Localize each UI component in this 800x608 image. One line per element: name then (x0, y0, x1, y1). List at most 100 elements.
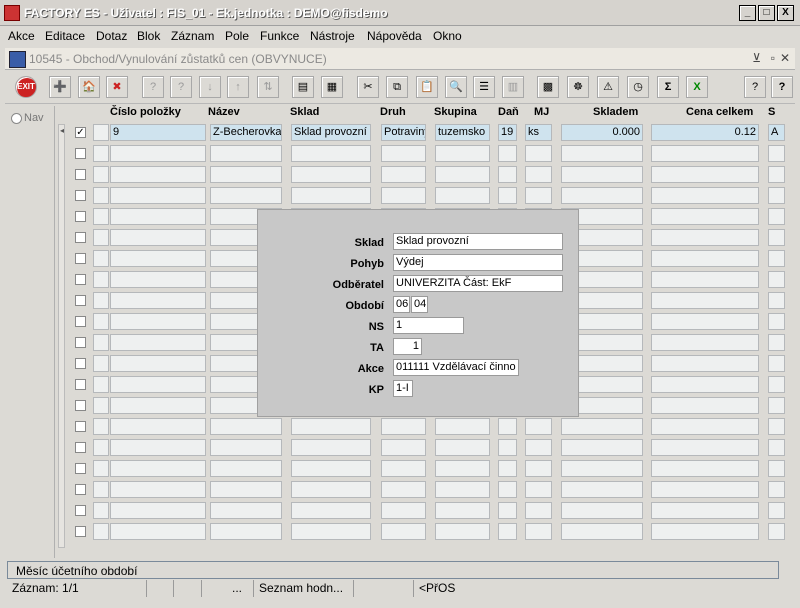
cell-skladem[interactable] (561, 166, 643, 183)
cell-dan[interactable]: 19 (498, 124, 517, 141)
cell-s[interactable] (768, 355, 785, 372)
row-marker[interactable] (60, 357, 68, 371)
menu-napoveda[interactable]: Nápověda (367, 29, 422, 43)
cell-cena[interactable] (651, 166, 759, 183)
menu-dotaz[interactable]: Dotaz (96, 29, 127, 43)
cell-skladem[interactable] (561, 145, 643, 162)
cell-dan[interactable] (498, 145, 517, 162)
row-marker[interactable] (60, 378, 68, 392)
cell-sklad[interactable] (291, 418, 371, 435)
cell-nazev[interactable] (210, 166, 282, 183)
cell-cislo[interactable] (110, 439, 206, 456)
cell-nazev[interactable] (210, 187, 282, 204)
cell-s[interactable] (768, 229, 785, 246)
row-checkbox[interactable] (75, 253, 86, 264)
cut-icon[interactable]: ✂ (357, 76, 379, 98)
paste-icon[interactable]: 📋 (416, 76, 438, 98)
columns-icon[interactable]: ▥ (502, 76, 524, 98)
cell-s[interactable] (768, 292, 785, 309)
cell-sklad[interactable] (291, 166, 371, 183)
popup-odberatel-field[interactable]: UNIVERZITA Část: EkF (393, 275, 563, 292)
cell-s[interactable] (768, 334, 785, 351)
menu-funkce[interactable]: Funkce (260, 29, 299, 43)
cell-cislo[interactable]: 9 (110, 124, 206, 141)
cell-dan[interactable] (498, 166, 517, 183)
menu-nastroje[interactable]: Nástroje (310, 29, 355, 43)
cell-lead[interactable] (93, 334, 109, 351)
cell-sklad[interactable] (291, 187, 371, 204)
cell-s[interactable]: A (768, 124, 785, 141)
cell-druh[interactable]: Potraviny (381, 124, 426, 141)
cell-lead[interactable] (93, 313, 109, 330)
cell-skupina[interactable] (435, 481, 490, 498)
cell-cena[interactable] (651, 502, 759, 519)
wheel-icon[interactable]: ☸ (567, 76, 589, 98)
print-icon[interactable]: ▤ (292, 76, 314, 98)
cell-sklad[interactable] (291, 481, 371, 498)
cell-lead[interactable] (93, 292, 109, 309)
print-preview-icon[interactable]: ▦ (321, 76, 343, 98)
row-checkbox[interactable]: ✓ (75, 127, 86, 138)
cell-s[interactable] (768, 460, 785, 477)
cell-dan[interactable] (498, 187, 517, 204)
cell-lead[interactable] (93, 523, 109, 540)
search-icon[interactable]: 🔍 (445, 76, 467, 98)
row-marker[interactable] (60, 189, 68, 203)
cell-mj[interactable] (525, 481, 552, 498)
form-close-icon[interactable]: ✕ (780, 51, 790, 65)
cell-lead[interactable] (93, 229, 109, 246)
row-checkbox[interactable] (75, 232, 86, 243)
cell-s[interactable] (768, 523, 785, 540)
row-marker[interactable] (60, 336, 68, 350)
cell-lead[interactable] (93, 166, 109, 183)
cell-cislo[interactable] (110, 481, 206, 498)
row-checkbox[interactable] (75, 169, 86, 180)
row-marker[interactable] (60, 147, 68, 161)
cell-skladem[interactable] (561, 439, 643, 456)
cell-s[interactable] (768, 187, 785, 204)
row-checkbox[interactable] (75, 337, 86, 348)
delete-record-icon[interactable]: ✖ (106, 76, 128, 98)
cell-cislo[interactable] (110, 208, 206, 225)
cell-s[interactable] (768, 250, 785, 267)
cell-s[interactable] (768, 439, 785, 456)
cell-skupina[interactable] (435, 418, 490, 435)
cell-cena[interactable] (651, 439, 759, 456)
row-marker[interactable] (60, 294, 68, 308)
warning-icon[interactable]: ⚠ (597, 76, 619, 98)
menu-zaznam[interactable]: Záznam (171, 29, 214, 43)
cell-lead[interactable] (93, 187, 109, 204)
cell-cislo[interactable] (110, 397, 206, 414)
cell-mj[interactable] (525, 523, 552, 540)
row-marker[interactable] (60, 315, 68, 329)
menu-pole[interactable]: Pole (225, 29, 249, 43)
cell-lead[interactable] (93, 145, 109, 162)
cell-cislo[interactable] (110, 334, 206, 351)
cell-lead[interactable] (93, 250, 109, 267)
row-marker[interactable] (60, 483, 68, 497)
exit-icon[interactable]: EXIT (15, 76, 37, 98)
cell-cena[interactable] (651, 250, 759, 267)
row-checkbox[interactable] (75, 400, 86, 411)
cell-lead[interactable] (93, 397, 109, 414)
cell-lead[interactable] (93, 460, 109, 477)
row-marker[interactable] (60, 462, 68, 476)
save-icon[interactable]: 🏠 (78, 76, 100, 98)
cell-s[interactable] (768, 502, 785, 519)
cell-nazev[interactable] (210, 502, 282, 519)
row-marker[interactable] (60, 525, 68, 539)
cell-cislo[interactable] (110, 250, 206, 267)
row-marker[interactable] (60, 420, 68, 434)
cell-s[interactable] (768, 271, 785, 288)
cell-skupina[interactable] (435, 166, 490, 183)
cell-cislo[interactable] (110, 502, 206, 519)
cell-druh[interactable] (381, 439, 426, 456)
cell-cislo[interactable] (110, 166, 206, 183)
sort-multi-icon[interactable]: ⇅ (257, 76, 279, 98)
cell-skladem[interactable]: 0.000 (561, 124, 643, 141)
cell-cena[interactable] (651, 481, 759, 498)
cell-mj[interactable] (525, 166, 552, 183)
cell-sklad[interactable]: Sklad provozní (291, 124, 371, 141)
cell-nazev[interactable] (210, 481, 282, 498)
cell-dan[interactable] (498, 460, 517, 477)
